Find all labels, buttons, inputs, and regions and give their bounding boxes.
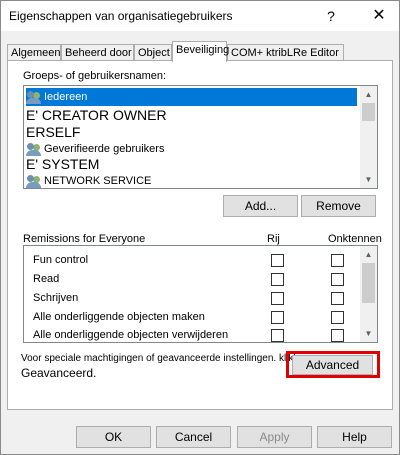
tab-algemeen[interactable]: Algemeen [7, 44, 61, 61]
list-item-label: NETWORK SERVICE [44, 175, 152, 187]
list-item-label: E' SYSTEM [26, 156, 100, 172]
permission-row-full-control: Fun control [24, 251, 361, 270]
deny-checkbox[interactable] [331, 311, 344, 324]
advanced-hint-text: Voor speciale machtigingen of geavanceer… [21, 353, 310, 364]
permission-row-read: Read [24, 270, 361, 289]
apply-button[interactable]: Apply [237, 426, 312, 448]
scroll-up-icon[interactable]: ▲ [360, 86, 377, 103]
scroll-up-icon[interactable]: ▲ [360, 246, 377, 263]
help-question-button[interactable]: ? [319, 5, 343, 27]
permission-name: Alle onderliggende objecten verwijderen [33, 329, 229, 341]
permissions-list: Fun control Read Schrijven Alle onderlig… [23, 245, 378, 343]
list-item-label: ERSELF [26, 124, 81, 140]
scroll-down-icon[interactable]: ▼ [360, 171, 377, 188]
permission-name: Alle onderliggende objecten maken [33, 311, 205, 323]
permission-name: Fun control [33, 254, 89, 266]
deny-checkbox[interactable] [331, 273, 344, 286]
tab-object[interactable]: Object [134, 44, 172, 61]
allow-checkbox[interactable] [271, 311, 284, 324]
list-item-erself[interactable]: ERSELF [26, 123, 80, 141]
advanced-highlight-box [286, 351, 380, 378]
users-icon [26, 174, 42, 188]
help-button[interactable]: Help [317, 426, 392, 448]
permissions-label: Remissions for Everyone [23, 233, 146, 245]
scroll-down-icon[interactable]: ▼ [360, 325, 377, 342]
window-title: Eigenschappen van organisatiegebruikers [9, 9, 233, 23]
permission-row-write: Schrijven [24, 289, 361, 308]
deny-checkbox[interactable] [331, 292, 344, 305]
title-bar: Eigenschappen van organisatiegebruikers … [1, 1, 399, 31]
cancel-button[interactable]: Cancel [156, 426, 231, 448]
allow-checkbox[interactable] [271, 254, 284, 267]
permissions-scrollbar[interactable]: ▲ ▼ [360, 246, 377, 342]
allow-checkbox[interactable] [271, 273, 284, 286]
allow-checkbox[interactable] [271, 329, 284, 342]
scroll-thumb[interactable] [362, 103, 375, 121]
advanced-hint-text-cont: Geavanceerd. [21, 366, 97, 380]
permission-name: Read [33, 273, 60, 285]
groups-label: Groeps- of gebruikersnamen: [23, 70, 167, 82]
scroll-thumb[interactable] [362, 263, 375, 303]
list-item-label: Iedereen [44, 91, 88, 103]
groups-listbox[interactable]: Iedereen E' CREATOR OWNER ERSELF Geverif… [23, 85, 378, 189]
allow-checkbox[interactable] [271, 292, 284, 305]
deny-checkbox[interactable] [331, 254, 344, 267]
users-icon [26, 90, 42, 104]
tab-com-editor[interactable]: COM+ ktribLRe Editor [227, 44, 344, 61]
allow-column-header: Rij [267, 233, 280, 245]
list-item-iedereen[interactable]: Iedereen [26, 88, 357, 106]
permission-row-create-children: Alle onderliggende objecten maken [24, 308, 361, 327]
list-item-creator-owner[interactable]: E' CREATOR OWNER [26, 106, 167, 124]
permission-row-delete-children: Alle onderliggende objecten verwijderen [24, 326, 361, 342]
deny-column-header: Onktennen [328, 233, 382, 245]
tab-beheerd-door[interactable]: Beheerd door [61, 44, 134, 61]
list-item-label: Geverifieerde gebruikers [44, 143, 165, 155]
ok-button[interactable]: OK [76, 426, 151, 448]
list-item-system[interactable]: E' SYSTEM [26, 155, 99, 173]
groups-scrollbar[interactable]: ▲ ▼ [360, 86, 377, 188]
deny-checkbox[interactable] [331, 329, 344, 342]
users-icon [26, 142, 42, 156]
add-button[interactable]: Add... [223, 195, 298, 217]
permission-name: Schrijven [33, 292, 79, 304]
list-item-network-service[interactable]: NETWORK SERVICE [26, 172, 152, 188]
properties-dialog: Eigenschappen van organisatiegebruikers … [0, 0, 400, 455]
remove-button[interactable]: Remove [301, 195, 376, 217]
list-item-label: E' CREATOR OWNER [26, 107, 167, 123]
close-icon[interactable]: ✕ [365, 5, 393, 27]
tab-beveiliging[interactable]: Beveiliging [172, 41, 229, 62]
